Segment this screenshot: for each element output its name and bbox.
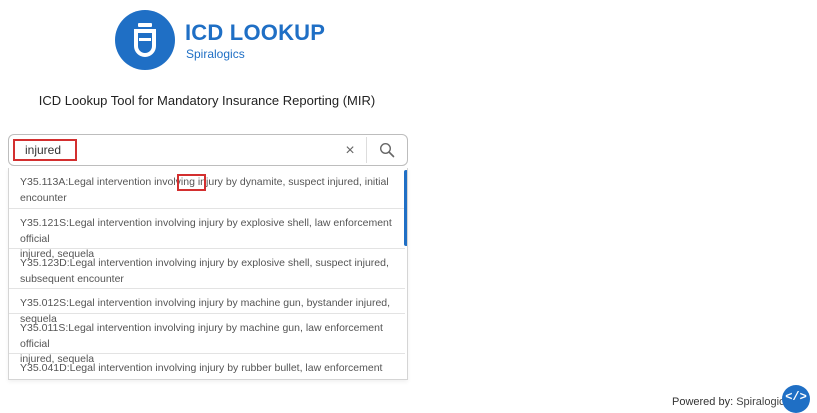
result-line2: subsequent encounter [20, 272, 124, 285]
result-line1: Y35.113A:Legal intervention involving in… [20, 176, 389, 188]
result-item[interactable]: Y35.041D:Legal intervention involving in… [9, 354, 405, 379]
brand-logo: ICD LOOKUP Spiralogics [115, 10, 325, 70]
logo-icon [115, 10, 175, 70]
page-title: ICD Lookup Tool for Mandatory Insurance … [38, 93, 376, 108]
code-icon: </> [785, 390, 807, 404]
result-line2: encounter [20, 191, 67, 204]
brand-title: ICD LOOKUP [185, 20, 326, 45]
result-item[interactable]: Y35.113A:Legal intervention involving in… [9, 168, 405, 209]
scrollbar-thumb[interactable] [404, 170, 407, 246]
code-button[interactable]: </> [782, 385, 810, 413]
result-line1: Y35.123D:Legal intervention involving in… [20, 257, 389, 269]
clear-button[interactable]: × [339, 140, 361, 162]
search-box: × [8, 134, 408, 166]
search-icon [379, 142, 395, 158]
powered-by: Powered by: Spiralogics [672, 396, 790, 408]
results-dropdown: Y35.113A:Legal intervention involving in… [8, 168, 408, 380]
powered-label: Powered by: [672, 396, 734, 408]
result-item[interactable]: Y35.121S:Legal intervention involving in… [9, 209, 405, 260]
result-item[interactable]: Y35.012S:Legal intervention involving in… [9, 289, 405, 325]
divider [366, 137, 367, 163]
search-input[interactable] [13, 138, 335, 162]
result-line1: Y35.121S:Legal intervention involving in… [20, 217, 392, 245]
result-item[interactable]: Y35.011S:Legal intervention involving in… [9, 314, 405, 365]
result-line1: Y35.041D:Legal intervention involving in… [20, 362, 383, 379]
search-button[interactable] [369, 138, 405, 164]
result-item[interactable]: Y35.123D:Legal intervention involving in… [9, 249, 405, 289]
brand-subtitle: Spiralogics [186, 47, 245, 61]
result-line1: Y35.011S:Legal intervention involving in… [20, 322, 383, 350]
